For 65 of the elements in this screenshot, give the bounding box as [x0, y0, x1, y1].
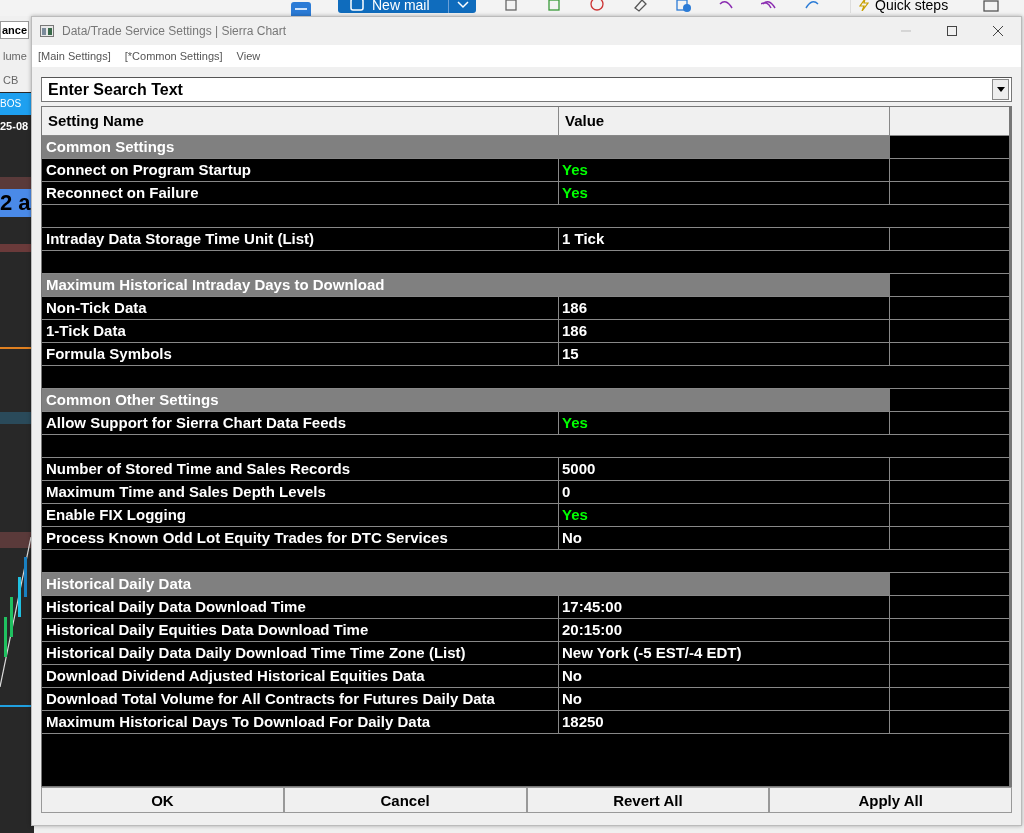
dialog-button[interactable]: OK — [41, 787, 284, 813]
setting-value[interactable]: No — [559, 527, 890, 549]
setting-name[interactable]: Connect on Program Startup — [42, 159, 559, 181]
setting-name[interactable]: Non-Tick Data — [42, 297, 559, 319]
lightning-icon — [859, 0, 869, 11]
setting-name[interactable]: Allow Support for Sierra Chart Data Feeds — [42, 412, 559, 434]
setting-value[interactable]: Yes — [559, 504, 890, 526]
section-header: Maximum Historical Intraday Days to Download — [42, 274, 890, 296]
menu-item[interactable]: [*Common Settings] — [124, 50, 223, 62]
setting-value[interactable]: 1 Tick — [559, 228, 890, 250]
chart-tag: 2 a — [0, 189, 34, 217]
app-icon — [40, 25, 54, 37]
setting-value[interactable]: 186 — [559, 320, 890, 342]
chart-banner: BOS — [0, 93, 34, 115]
chart-label: lume — [2, 50, 27, 62]
column-header[interactable]: Setting Name — [42, 107, 559, 135]
dropdown-arrow-icon — [996, 87, 1005, 92]
chart-tab[interactable]: ance — [0, 21, 30, 39]
section-header: Common Settings — [42, 136, 890, 158]
compose-icon — [350, 0, 364, 11]
setting-value[interactable]: Yes — [559, 412, 890, 434]
menu-item[interactable]: View — [236, 50, 261, 62]
setting-value[interactable]: 20:15:00 — [559, 619, 890, 641]
column-header[interactable]: Value — [559, 107, 890, 135]
maximize-icon — [946, 25, 958, 37]
setting-name[interactable]: Reconnect on Failure — [42, 182, 559, 204]
setting-name[interactable]: Historical Daily Data Daily Download Time Time Zone (List) — [42, 642, 559, 664]
menu-item[interactable]: [Main Settings] — [38, 50, 111, 62]
setting-value[interactable]: Yes — [559, 182, 890, 204]
setting-name[interactable]: Download Total Volume for All Contracts for Futures Daily Data — [42, 688, 559, 710]
section-header: Historical Daily Data — [42, 573, 890, 595]
close-icon — [992, 25, 1004, 37]
setting-value[interactable]: 5000 — [559, 458, 890, 480]
setting-value[interactable]: 186 — [559, 297, 890, 319]
window-title: Data/Trade Service Settings | Sierra Chart — [62, 24, 287, 38]
setting-name[interactable]: Maximum Historical Days To Download For Daily Data — [42, 711, 559, 733]
dialog-button[interactable]: Cancel — [283, 787, 527, 813]
chevron-icon — [456, 1, 469, 9]
setting-value[interactable]: 0 — [559, 481, 890, 503]
setting-name[interactable]: Intraday Data Storage Time Unit (List) — [42, 228, 559, 250]
setting-value[interactable]: 18250 — [559, 711, 890, 733]
chart-label: CB — [2, 74, 19, 86]
new-mail-button[interactable]: New mail — [338, 0, 448, 13]
dialog-button[interactable]: Revert All — [526, 787, 770, 813]
chart-date: 25-08 — [0, 120, 29, 132]
setting-value[interactable]: New York (-5 EST/-4 EDT) — [559, 642, 890, 664]
setting-name[interactable]: Maximum Time and Sales Depth Levels — [42, 481, 559, 503]
setting-value[interactable]: 17:45:00 — [559, 596, 890, 618]
setting-name[interactable]: Enable FIX Logging — [42, 504, 559, 526]
setting-name[interactable]: Number of Stored Time and Sales Records — [42, 458, 559, 480]
setting-name[interactable]: Process Known Odd Lot Equity Trades for DTC Services — [42, 527, 559, 549]
setting-name[interactable]: Download Dividend Adjusted Historical Equities Data — [42, 665, 559, 687]
setting-value[interactable]: No — [559, 688, 890, 710]
calendar-icon — [290, 0, 312, 16]
setting-value[interactable]: No — [559, 665, 890, 687]
setting-value[interactable]: 15 — [559, 343, 890, 365]
setting-name[interactable]: Historical Daily Data Download Time — [42, 596, 559, 618]
dropdown-button[interactable] — [992, 79, 1009, 100]
setting-name[interactable]: Historical Daily Equities Data Download Time — [42, 619, 559, 641]
section-header: Common Other Settings — [42, 389, 890, 411]
setting-name[interactable]: Formula Symbols — [42, 343, 559, 365]
dialog-button[interactable]: Apply All — [769, 787, 1012, 813]
quick-steps-button[interactable]: Quick steps — [850, 0, 957, 13]
setting-value[interactable]: Yes — [559, 159, 890, 181]
setting-name[interactable]: 1-Tick Data — [42, 320, 559, 342]
